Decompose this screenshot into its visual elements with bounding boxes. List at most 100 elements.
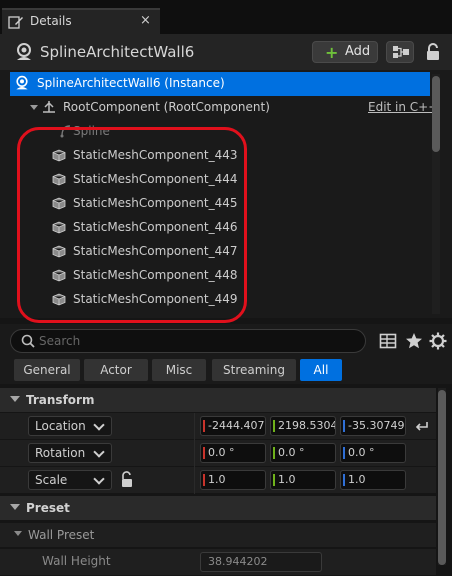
y-axis-marker: [273, 474, 275, 486]
actor-name: SplineArchitectWall6: [40, 43, 195, 61]
location-x-field[interactable]: -2444.4072: [200, 416, 266, 436]
tree-item-component-label: StaticMeshComponent_444: [73, 172, 238, 186]
tree-item-component[interactable]: StaticMeshComponent_443: [10, 144, 430, 168]
details-scrollbar-thumb[interactable]: [438, 390, 446, 565]
tree-item-root-label: RootComponent (RootComponent): [63, 100, 270, 114]
tree-item-instance[interactable]: SplineArchitectWall6 (Instance): [10, 72, 430, 96]
wall-height-field[interactable]: 38.944202: [200, 552, 322, 572]
property-row-rotation: Rotation 0.0 ° 0.0 ° 0.0 °: [0, 440, 436, 467]
rotation-y-value: 0.0 °: [278, 446, 305, 459]
blueprint-button[interactable]: [386, 41, 414, 63]
edit-in-cpp-link[interactable]: Edit in C++: [368, 100, 438, 114]
scale-x-field[interactable]: 1.0: [200, 470, 266, 490]
details-pencil-icon: [8, 16, 23, 29]
y-axis-marker: [273, 420, 275, 432]
filter-general[interactable]: General: [14, 359, 80, 381]
tree-item-component[interactable]: StaticMeshComponent_444: [10, 168, 430, 192]
scale-z-field[interactable]: 1.0: [340, 470, 406, 490]
location-z-value: -35.307492: [348, 419, 406, 432]
search-bar: [0, 324, 452, 358]
scale-label: Scale: [35, 473, 68, 487]
rotation-dropdown[interactable]: Rotation: [28, 443, 112, 463]
static-mesh-icon: [52, 269, 66, 282]
location-y-field[interactable]: 2198.5304: [270, 416, 336, 436]
section-transform-title: Transform: [26, 393, 95, 407]
tree-item-instance-label: SplineArchitectWall6 (Instance): [37, 76, 225, 90]
collapse-arrow-icon[interactable]: [10, 396, 20, 402]
tree-item-component[interactable]: StaticMeshComponent_446: [10, 216, 430, 240]
plus-icon: +: [325, 43, 339, 62]
tree-item-component[interactable]: StaticMeshComponent_449: [10, 288, 430, 312]
wall-height-label: Wall Height: [42, 554, 111, 568]
rotation-label: Rotation: [35, 446, 86, 460]
tree-item-root[interactable]: RootComponent (RootComponent): [10, 96, 430, 120]
rotation-y-field[interactable]: 0.0 °: [270, 443, 336, 463]
tree-scrollbar-thumb[interactable]: [432, 76, 440, 152]
tree-item-component[interactable]: StaticMeshComponent_448: [10, 264, 430, 288]
scale-z-value: 1.0: [348, 473, 366, 486]
collapse-arrow-icon[interactable]: [10, 504, 20, 510]
expand-arrow-icon[interactable]: [30, 105, 38, 110]
filter-all[interactable]: All: [300, 359, 342, 381]
location-dropdown[interactable]: Location: [28, 416, 112, 436]
lock-icon[interactable]: [120, 471, 134, 488]
tab-bar: Details ×: [0, 0, 452, 34]
search-icon: [21, 334, 35, 348]
filter-actor[interactable]: Actor: [84, 359, 148, 381]
section-transform-header[interactable]: Transform: [0, 388, 436, 412]
z-axis-marker: [343, 420, 345, 432]
static-mesh-icon: [52, 197, 66, 210]
lock-icon[interactable]: [424, 42, 442, 62]
add-label: Add: [345, 44, 371, 59]
tree-item-component-label: StaticMeshComponent_443: [73, 148, 238, 162]
wall-preset-label: Wall Preset: [28, 528, 95, 542]
search-field[interactable]: [10, 329, 366, 353]
scale-y-field[interactable]: 1.0: [270, 470, 336, 490]
tab-details[interactable]: Details ×: [2, 8, 160, 34]
location-y-value: 2198.5304: [278, 419, 336, 432]
static-mesh-icon: [52, 245, 66, 258]
gear-icon[interactable]: [429, 332, 447, 350]
property-row-wall-height: Wall Height 38.944202: [0, 549, 436, 576]
z-axis-marker: [343, 474, 345, 486]
tree-item-component[interactable]: StaticMeshComponent_447: [10, 240, 430, 264]
tree-item-spline-label: Spline: [73, 124, 110, 138]
tree-item-component-label: StaticMeshComponent_448: [73, 268, 238, 282]
scale-dropdown[interactable]: Scale: [28, 470, 112, 490]
wall-preset-group[interactable]: Wall Preset: [0, 523, 436, 547]
location-z-field[interactable]: -35.307492: [340, 416, 406, 436]
chevron-down-icon: [93, 446, 105, 458]
actor-icon: [17, 43, 31, 60]
collapse-arrow-icon[interactable]: [14, 531, 22, 536]
property-row-location: Location -2444.4072 2198.5304 -35.307492: [0, 413, 436, 440]
chevron-down-icon: [93, 473, 105, 485]
close-icon[interactable]: ×: [140, 13, 151, 28]
details-header: SplineArchitectWall6 + Add: [0, 34, 452, 70]
wall-height-value: 38.944202: [208, 555, 268, 568]
tree-item-spline[interactable]: Spline: [10, 120, 430, 144]
column-divider: [194, 413, 195, 494]
chevron-down-icon: [93, 419, 105, 431]
tree-item-component[interactable]: StaticMeshComponent_445: [10, 192, 430, 216]
spline-icon: [60, 125, 71, 138]
rotation-x-field[interactable]: 0.0 °: [200, 443, 266, 463]
location-label: Location: [35, 419, 86, 433]
search-input[interactable]: [39, 332, 359, 350]
rotation-z-field[interactable]: 0.0 °: [340, 443, 406, 463]
star-icon[interactable]: [405, 332, 423, 350]
filter-streaming[interactable]: Streaming: [212, 359, 296, 381]
filter-bar: General Actor Misc Streaming All: [0, 358, 452, 384]
tab-label: Details: [30, 14, 72, 28]
section-preset-title: Preset: [26, 501, 70, 515]
y-axis-marker: [273, 447, 275, 459]
scale-y-value: 1.0: [278, 473, 296, 486]
property-row-scale: Scale 1.0 1.0 1.0: [0, 467, 436, 494]
x-axis-marker: [203, 447, 205, 459]
add-component-button[interactable]: + Add: [312, 41, 378, 63]
section-preset-header[interactable]: Preset: [0, 496, 436, 520]
filter-misc[interactable]: Misc: [152, 359, 206, 381]
blueprint-icon: [393, 46, 409, 58]
property-matrix-icon[interactable]: [379, 332, 397, 350]
rotation-x-value: 0.0 °: [208, 446, 235, 459]
reset-arrow-icon[interactable]: [414, 419, 430, 433]
